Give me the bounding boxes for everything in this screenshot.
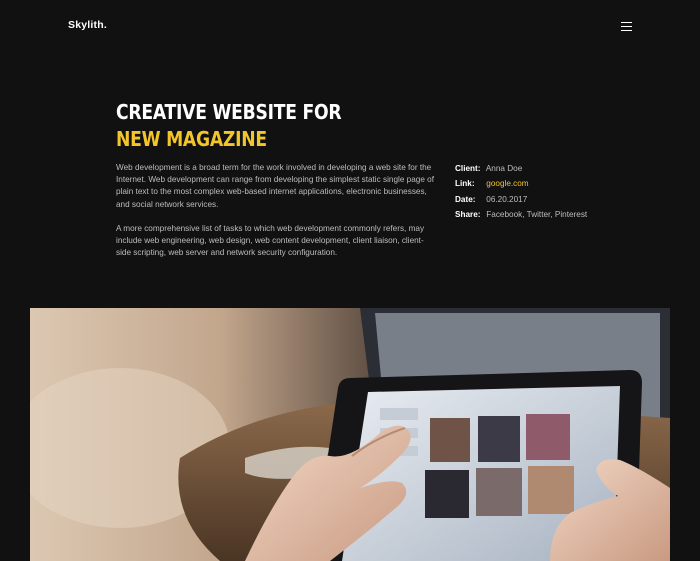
hamburger-menu-icon[interactable]: [620, 20, 634, 32]
tablet-photo-illustration: [30, 308, 670, 561]
meta-share: Share: Facebook, Twitter, Pinterest: [455, 209, 587, 224]
project-hero-image: [30, 308, 670, 561]
meta-date: Date: 06.20.2017: [455, 194, 587, 209]
description-paragraph: Web development is a broad term for the …: [116, 163, 434, 209]
project-meta: Client: Anna Doe Link: google.com Date: …: [455, 163, 587, 224]
meta-share-label: Share:: [455, 209, 481, 219]
meta-link: Link: google.com: [455, 178, 587, 193]
meta-client-value: Anna Doe: [485, 164, 523, 173]
site-logo[interactable]: Skylith.: [68, 19, 107, 31]
project-description: Web development is a broad term for the …: [116, 162, 438, 271]
project-page: Skylith. CREATIVE WEBSITE FOR NEW MAGAZI…: [0, 0, 700, 561]
meta-date-label: Date:: [455, 194, 476, 204]
project-title: CREATIVE WEBSITE FOR NEW MAGAZINE: [116, 99, 374, 153]
share-twitter-link[interactable]: Twitter: [527, 210, 551, 219]
share-facebook-link[interactable]: Facebook: [486, 210, 522, 219]
description-paragraph: A more comprehensive list of tasks to wh…: [116, 223, 425, 258]
share-pinterest-link[interactable]: Pinterest: [555, 210, 587, 219]
meta-date-value: 06.20.2017: [486, 194, 528, 204]
meta-link-label: Link:: [455, 179, 475, 189]
meta-link-value[interactable]: google.com: [486, 179, 528, 188]
meta-client-label: Client:: [455, 164, 481, 173]
project-title-main: CREATIVE WEBSITE FOR: [116, 100, 342, 124]
meta-client: Client: Anna Doe: [455, 163, 587, 178]
project-title-accent: NEW MAGAZINE: [116, 127, 267, 151]
